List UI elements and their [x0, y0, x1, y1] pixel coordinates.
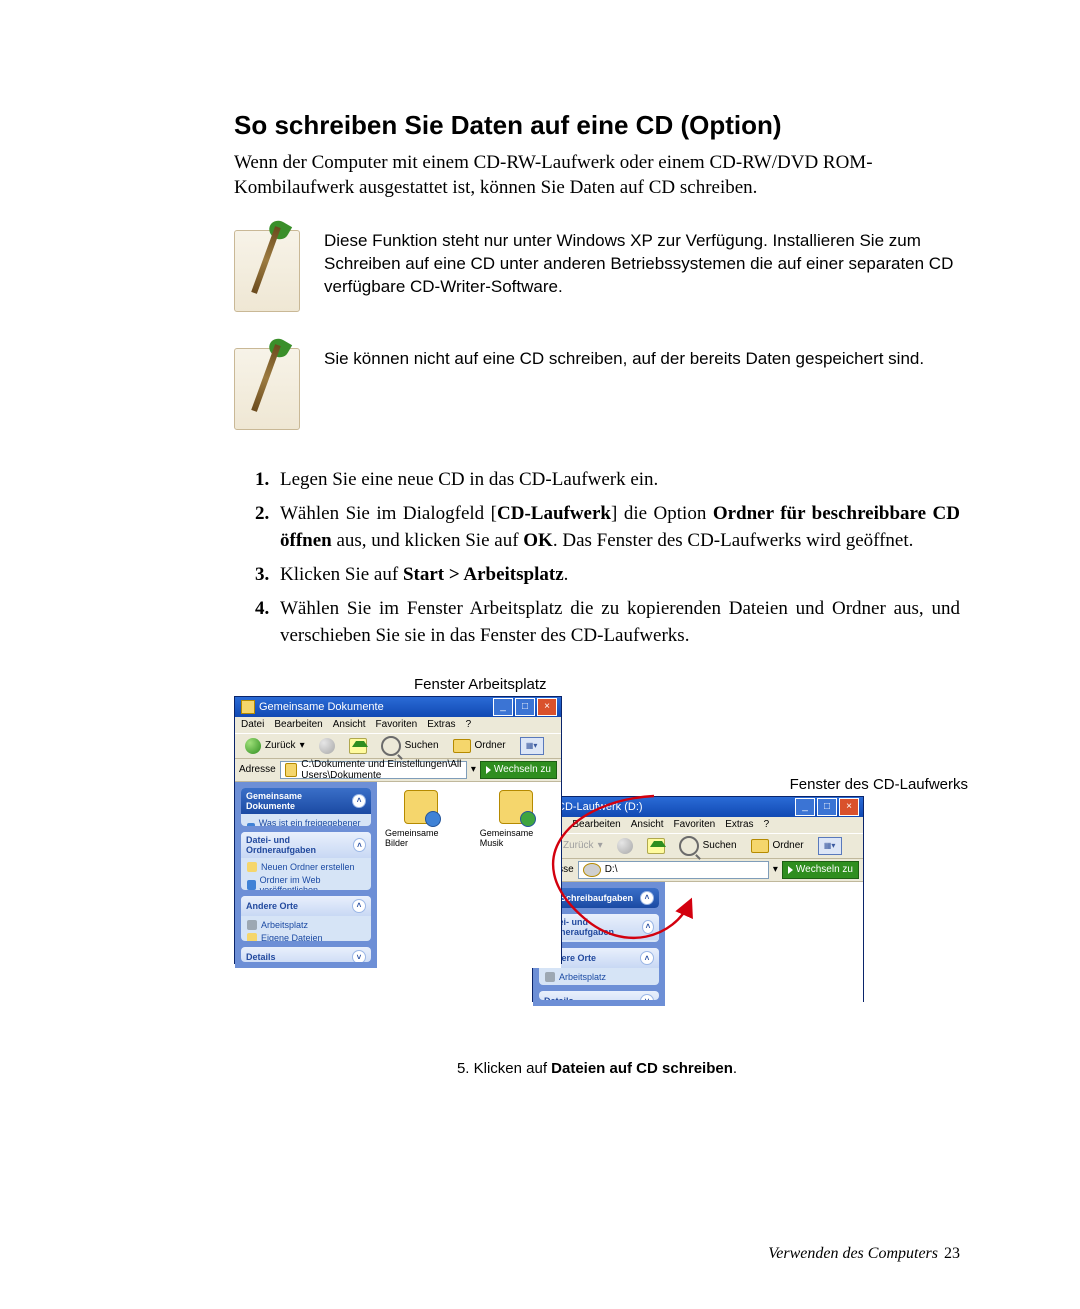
back-button[interactable]: Zurück▾	[241, 736, 309, 756]
window-title: CD-Laufwerk (D:)	[557, 801, 791, 813]
close-button[interactable]: ×	[839, 798, 859, 816]
menu-item[interactable]: Bearbeiten	[572, 819, 620, 830]
task-link[interactable]: Was ist ein freigegebener Ordner?	[247, 818, 365, 827]
page-footer: Verwenden des Computers23	[768, 1245, 960, 1263]
task-link[interactable]: Ordner im Web veröffentlichen	[247, 875, 365, 889]
step-2: Wählen Sie im Dialogfeld [CD-Laufwerk] d…	[274, 500, 960, 555]
caption-window-1: Fenster Arbeitsplatz	[414, 676, 547, 693]
minimize-button[interactable]: _	[493, 698, 513, 716]
folder-icon	[285, 763, 298, 777]
panel-header[interactable]: Details˅	[539, 991, 659, 999]
up-button[interactable]	[345, 736, 371, 756]
folder-item[interactable]: Gemeinsame Musik	[480, 790, 553, 848]
folders-button[interactable]: Ordner	[747, 836, 808, 856]
minimize-button[interactable]: _	[795, 798, 815, 816]
step-3: Klicken Sie auf Start > Arbeitsplatz.	[274, 561, 960, 589]
place-link[interactable]: Arbeitsplatz	[247, 920, 365, 930]
note-1-text: Diese Funktion steht nur unter Windows X…	[324, 230, 960, 299]
panel-header[interactable]: Andere Orte˄	[241, 896, 371, 916]
arrow-icon	[788, 866, 793, 874]
folder-content[interactable]: Gemeinsame Bilder Gemeinsame Musik	[377, 782, 561, 968]
task-link[interactable]: Neuen Ordner erstellen	[247, 862, 365, 872]
menu-item[interactable]: Datei	[241, 719, 264, 730]
place-link[interactable]: Eigene Dateien	[247, 933, 365, 942]
toolbar: Zurück▾ Suchen Ordner ▦▾	[235, 733, 561, 759]
caption-window-2: Fenster des CD-Laufwerks	[790, 776, 968, 793]
maximize-button[interactable]: □	[817, 798, 837, 816]
maximize-button[interactable]: □	[515, 698, 535, 716]
collapse-icon[interactable]: ˄	[352, 899, 366, 913]
cd-icon	[583, 863, 601, 877]
menu-item[interactable]: Ansicht	[631, 819, 664, 830]
menu-item[interactable]: ?	[764, 819, 770, 830]
folders-button[interactable]: Ordner	[449, 736, 510, 756]
tasks-panel: Gemeinsame Dokumente˄ Was ist ein freige…	[235, 782, 377, 968]
titlebar[interactable]: Gemeinsame Dokumente _ □ ×	[235, 697, 561, 717]
steps-list: Legen Sie eine neue CD in das CD-Laufwer…	[234, 466, 960, 649]
note-icon	[234, 348, 300, 430]
place-link[interactable]: Arbeitsplatz	[545, 972, 653, 982]
collapse-icon[interactable]: ˄	[353, 838, 366, 852]
menu-item[interactable]: Extras	[427, 719, 455, 730]
expand-icon[interactable]: ˅	[352, 950, 366, 961]
step-1: Legen Sie eine neue CD in das CD-Laufwer…	[274, 466, 960, 494]
collapse-icon[interactable]: ˄	[640, 951, 654, 965]
views-button[interactable]: ▦▾	[814, 836, 846, 856]
explorer-window-1: Gemeinsame Dokumente _ □ × Datei Bearbei…	[234, 696, 562, 964]
step-5: 5. Klicken auf Dateien auf CD schreiben.	[234, 1060, 960, 1077]
go-button[interactable]: Wechseln zu	[782, 861, 859, 879]
step-4: Wählen Sie im Fenster Arbeitsplatz die z…	[274, 595, 960, 650]
folder-icon	[241, 700, 255, 714]
note-icon	[234, 230, 300, 312]
close-button[interactable]: ×	[537, 698, 557, 716]
up-button[interactable]	[643, 836, 669, 856]
panel-header[interactable]: Datei- und Ordneraufgaben˄	[241, 832, 371, 858]
window-title: Gemeinsame Dokumente	[259, 701, 489, 713]
explorer-window-2: CD-Laufwerk (D:) _ □ × Datei Bearbeiten …	[532, 796, 864, 1002]
menu-item[interactable]: Ansicht	[333, 719, 366, 730]
titlebar[interactable]: CD-Laufwerk (D:) _ □ ×	[533, 797, 863, 817]
collapse-icon[interactable]: ˄	[640, 891, 654, 905]
folder-item[interactable]: Gemeinsame Bilder	[385, 790, 458, 848]
menu-item[interactable]: Favoriten	[674, 819, 716, 830]
menu-item[interactable]: Favoriten	[376, 719, 418, 730]
lead-paragraph: Wenn der Computer mit einem CD-RW-Laufwe…	[234, 151, 960, 200]
search-button[interactable]: Suchen	[377, 736, 443, 756]
go-button[interactable]: Wechseln zu	[480, 761, 557, 779]
figure-area: Fenster Arbeitsplatz Fenster des CD-Lauf…	[234, 676, 960, 1036]
note-2-text: Sie können nicht auf eine CD schreiben, …	[324, 348, 960, 371]
folder-content[interactable]	[665, 882, 863, 1006]
collapse-icon[interactable]: ˄	[352, 794, 366, 808]
menu-item[interactable]: ?	[466, 719, 472, 730]
search-button[interactable]: Suchen	[675, 836, 741, 856]
forward-button[interactable]	[613, 836, 637, 856]
panel-header[interactable]: Details˅	[241, 947, 371, 961]
forward-button[interactable]	[315, 736, 339, 756]
address-label: Adresse	[239, 764, 276, 775]
panel-header[interactable]: Gemeinsame Dokumente˄	[241, 788, 371, 814]
menu-item[interactable]: Bearbeiten	[274, 719, 322, 730]
menubar: Datei Bearbeiten Ansicht Favoriten Extra…	[235, 717, 561, 733]
views-button[interactable]: ▦▾	[516, 736, 548, 756]
menu-item[interactable]: Extras	[725, 819, 753, 830]
menubar: Datei Bearbeiten Ansicht Favoriten Extra…	[533, 817, 863, 833]
collapse-icon[interactable]: ˄	[642, 920, 654, 934]
toolbar: Zurück▾ Suchen Ordner ▦▾	[533, 833, 863, 859]
expand-icon[interactable]: ˅	[640, 994, 654, 999]
address-field[interactable]: D:\	[578, 861, 769, 879]
address-field[interactable]: C:\Dokumente und Einstellungen\All Users…	[280, 761, 467, 779]
page-heading: So schreiben Sie Daten auf eine CD (Opti…	[234, 110, 960, 141]
arrow-icon	[486, 766, 491, 774]
